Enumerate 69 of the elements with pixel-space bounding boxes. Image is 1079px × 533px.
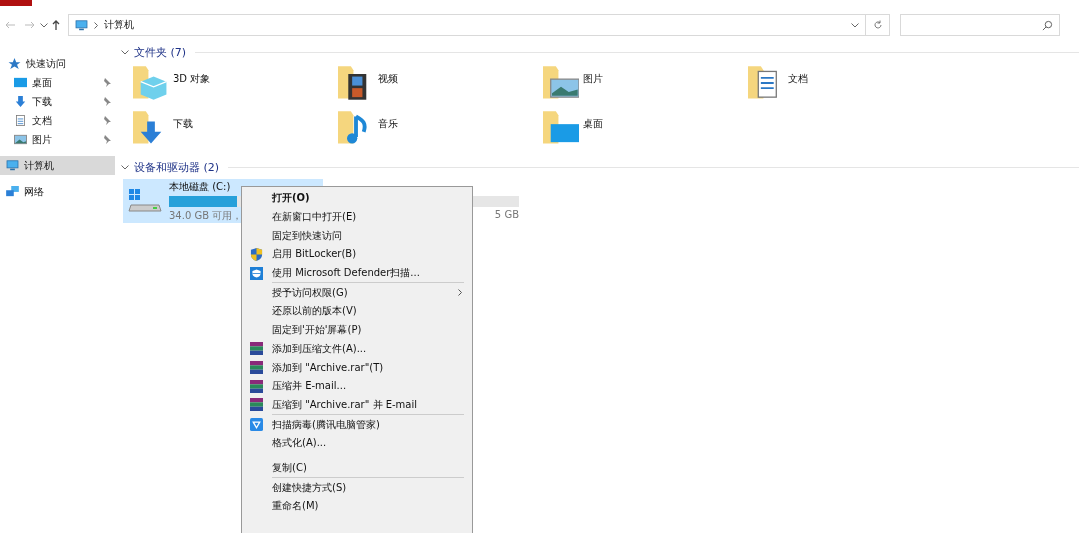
- group-heading[interactable]: 文件夹 (7): [134, 44, 187, 60]
- collapse-chevron-icon[interactable]: [121, 164, 129, 170]
- menu-item[interactable]: 添加到压缩文件(A)...: [244, 339, 470, 359]
- star-icon: [8, 58, 21, 69]
- sidebar-item[interactable]: 桌面: [0, 73, 115, 92]
- network-icon: [6, 186, 19, 197]
- menu-item[interactable]: 重命名(M): [244, 497, 470, 516]
- sidebar-item[interactable]: 文档: [0, 111, 115, 130]
- folder-item[interactable]: 音乐: [338, 111, 543, 149]
- refresh-icon: [872, 20, 883, 30]
- desktop-icon: [14, 77, 27, 88]
- folder-item[interactable]: 3D 对象: [133, 66, 338, 104]
- breadcrumb[interactable]: 计算机: [104, 18, 134, 32]
- archive-books-icon: [250, 379, 263, 393]
- computer-icon: [75, 19, 88, 31]
- document-icon: [14, 115, 27, 126]
- shield-icon: [250, 247, 263, 261]
- pin-icon[interactable]: [103, 116, 111, 125]
- collapse-chevron-icon[interactable]: [121, 49, 129, 55]
- sidebar-item[interactable]: 快速访问: [0, 54, 115, 73]
- search-icon: [1042, 19, 1053, 31]
- folder-item[interactable]: 下载: [133, 111, 338, 149]
- group-heading[interactable]: 设备和驱动器 (2): [134, 159, 220, 175]
- address-bar[interactable]: 计算机: [68, 14, 866, 36]
- sidebar-item[interactable]: 网络: [0, 182, 115, 201]
- dropdown-caret-icon[interactable]: [851, 22, 859, 28]
- desktop-folder-icon: [543, 111, 579, 145]
- menu-item[interactable]: 压缩到 "Archive.rar" 并 E-mail: [244, 395, 470, 415]
- menu-item[interactable]: 固定到'开始'屏幕(P): [244, 320, 470, 340]
- folder-item[interactable]: 图片: [543, 66, 748, 104]
- archive-books-icon: [250, 342, 263, 356]
- folder-item[interactable]: 文档: [748, 66, 953, 104]
- menu-item[interactable]: 格式化(A)...: [244, 433, 470, 453]
- submenu-chevron-icon: [458, 289, 462, 297]
- search-field[interactable]: [900, 14, 1060, 36]
- menu-item[interactable]: 扫描病毒(腾讯电脑管家): [244, 415, 470, 434]
- menu-item[interactable]: 固定到快速访问: [244, 226, 470, 246]
- defender-shield-icon: [250, 266, 263, 280]
- menu-item[interactable]: 使用 Microsoft Defender扫描...: [244, 263, 470, 283]
- menu-item[interactable]: 授予访问权限(G): [244, 283, 470, 303]
- cube-folder-icon: [133, 66, 169, 100]
- menu-item[interactable]: 添加到 "Archive.rar"(T): [244, 358, 470, 377]
- picture-icon: [14, 134, 27, 145]
- pin-icon[interactable]: [103, 97, 111, 106]
- disk-drive-icon: [127, 187, 163, 215]
- guard-shield-icon: [250, 418, 263, 432]
- folder-item[interactable]: 桌面: [543, 111, 748, 149]
- menu-item[interactable]: 复制(C): [244, 458, 470, 478]
- folder-item[interactable]: 视频: [338, 66, 543, 104]
- menu-item[interactable]: 创建快捷方式(S): [244, 478, 470, 497]
- menu-item[interactable]: 启用 BitLocker(B): [244, 245, 470, 264]
- recent-caret-icon[interactable]: [40, 22, 48, 28]
- pin-icon[interactable]: [103, 78, 111, 87]
- download-arrow-icon: [14, 96, 27, 107]
- sidebar-item[interactable]: 图片: [0, 130, 115, 149]
- sidebar-item[interactable]: 计算机: [0, 156, 115, 175]
- picture-folder-icon: [543, 66, 579, 100]
- sidebar-item[interactable]: 下载: [0, 92, 115, 111]
- menu-item[interactable]: 还原以前的版本(V): [244, 302, 470, 321]
- forward-arrow-icon[interactable]: [25, 21, 35, 29]
- archive-books-icon: [250, 398, 263, 412]
- pin-icon[interactable]: [103, 135, 111, 144]
- menu-item[interactable]: 压缩并 E-mail...: [244, 376, 470, 396]
- archive-books-icon: [250, 361, 263, 375]
- up-arrow-icon[interactable]: [52, 20, 60, 30]
- breadcrumb-chevron-icon: [94, 21, 98, 29]
- back-arrow-icon[interactable]: [5, 21, 15, 29]
- refresh-button[interactable]: [866, 14, 890, 36]
- computer-icon: [6, 160, 19, 171]
